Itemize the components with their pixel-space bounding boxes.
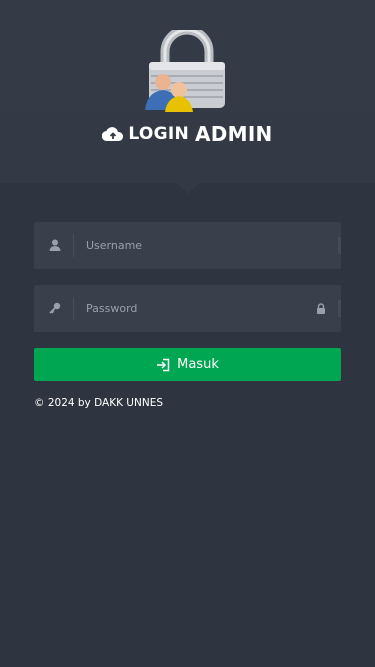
title-prefix: LOGIN <box>128 124 190 144</box>
user-icon <box>49 239 61 251</box>
field-edge <box>338 237 341 254</box>
field-separator <box>73 297 74 320</box>
padlock-users-icon <box>145 30 225 112</box>
page-title: LOGIN ADMIN <box>0 122 375 146</box>
field-separator <box>73 234 74 257</box>
login-button-label: Masuk <box>177 357 219 372</box>
cloud-upload-icon <box>102 126 124 141</box>
key-icon <box>49 302 61 314</box>
copyright-text: © 2024 by DAKK UNNES <box>34 397 163 409</box>
password-input[interactable] <box>86 285 316 332</box>
lock-icon <box>317 303 325 314</box>
login-button[interactable]: Masuk <box>34 348 341 381</box>
username-field[interactable] <box>34 222 341 269</box>
field-edge <box>338 300 341 317</box>
header-notch <box>177 183 199 194</box>
password-field[interactable] <box>34 285 341 332</box>
sign-in-icon <box>157 358 170 371</box>
title-main: ADMIN <box>194 122 273 146</box>
login-header: LOGIN ADMIN <box>0 0 375 183</box>
username-input[interactable] <box>86 222 316 269</box>
